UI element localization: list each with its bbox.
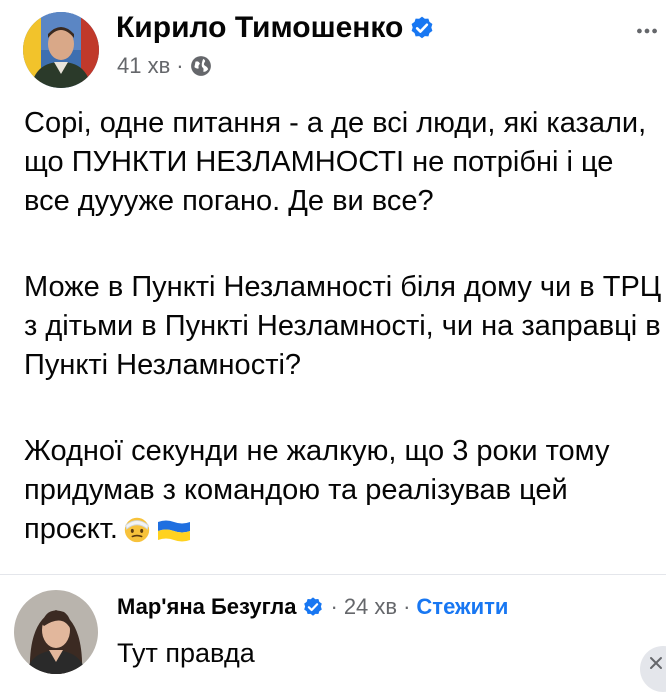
comment-text: Тут правда (117, 638, 255, 668)
author-name[interactable]: Кирило Тимошенко (116, 11, 403, 45)
post-paragraph: Може в Пункті Незламності біля дому чи в… (24, 271, 662, 381)
corner-action-icon[interactable] (640, 646, 666, 692)
verified-badge-icon (302, 596, 324, 618)
meta-separator: · (176, 53, 184, 78)
meta-separator: · (403, 594, 411, 619)
post-meta: 41 хв · (117, 53, 212, 79)
ukraine-flag-emoji-icon (156, 518, 192, 544)
post-paragraph: Сорі, одне питання - а де всі люди, які … (24, 107, 647, 217)
verified-badge-icon (409, 15, 435, 41)
more-options-icon[interactable] (632, 16, 662, 46)
meta-separator: · (330, 594, 338, 619)
comment-divider (0, 574, 666, 575)
commenter-avatar[interactable] (14, 590, 98, 674)
commenter-name[interactable]: Мар'яна Безугла (117, 594, 296, 620)
face-with-bandage-emoji-icon (122, 514, 152, 544)
follow-button[interactable]: Стежити (416, 594, 508, 620)
post-paragraph-text: Жодної секунди не жалкую, що 3 роки тому… (24, 435, 610, 545)
comment-header: Мар'яна Безугла · 24 хв · Стежити (117, 592, 508, 622)
comment-time[interactable]: 24 хв (344, 594, 397, 620)
post-time[interactable]: 41 хв (117, 53, 170, 79)
globe-icon (190, 55, 212, 77)
author-avatar[interactable] (23, 12, 99, 88)
post-header: Кирило Тимошенко (116, 10, 435, 46)
post-paragraph-last: Жодної секунди не жалкую, що 3 роки тому… (24, 432, 664, 549)
post-text: Сорі, одне питання - а де всі люди, які … (24, 104, 664, 549)
